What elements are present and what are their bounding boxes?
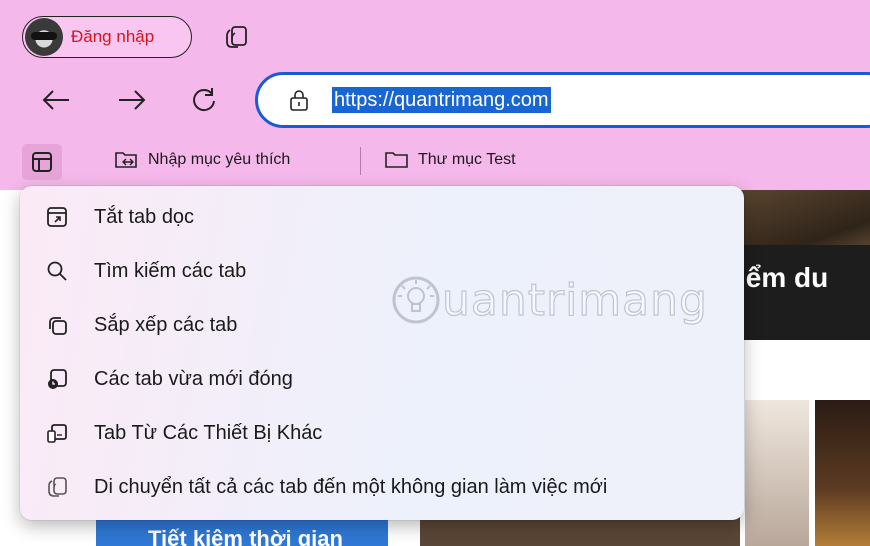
menu-item-turn-off-vertical-tabs[interactable]: Tắt tab dọc	[20, 190, 744, 244]
menu-item-label: Tab Từ Các Thiết Bị Khác	[94, 421, 323, 444]
tab-actions-icon	[32, 152, 52, 172]
arrow-left-icon	[42, 90, 69, 110]
tab-actions-button[interactable]	[22, 144, 62, 180]
address-bar[interactable]: https://quantrimang.com	[255, 72, 870, 128]
profile-label: Đăng nhập	[71, 27, 155, 46]
menu-item-recently-closed[interactable]: Các tab vừa mới đóng	[20, 352, 744, 406]
favorites-divider	[360, 147, 361, 175]
menu-item-label: Di chuyển tất cả các tab đến một không g…	[94, 475, 608, 498]
menu-item-other-devices[interactable]: Tab Từ Các Thiết Bị Khác	[20, 406, 744, 460]
organize-tabs-icon	[49, 317, 67, 335]
recently-closed-icon	[48, 369, 67, 389]
refresh-button[interactable]	[188, 84, 220, 116]
import-favorites-icon	[115, 152, 137, 168]
article-thumbnail[interactable]	[745, 400, 809, 546]
back-button[interactable]	[40, 84, 72, 116]
refresh-icon	[193, 88, 215, 112]
arrow-right-icon	[119, 90, 146, 110]
menu-item-label: Tìm kiếm các tab	[94, 259, 247, 282]
avatar	[25, 18, 63, 56]
article-thumbnail[interactable]	[815, 400, 870, 546]
url-text[interactable]: https://quantrimang.com	[332, 87, 551, 113]
lock-icon[interactable]	[288, 88, 310, 112]
profile-button[interactable]: Đăng nhập	[22, 16, 192, 58]
vertical-tabs-off-icon	[47, 207, 67, 227]
forward-button[interactable]	[116, 84, 148, 116]
tab-actions-menu: uantrimang Tắt tab dọc Tìm kiếm các tab …	[20, 186, 744, 520]
favorites-import-item[interactable]: Nhập mục yêu thích	[114, 147, 290, 173]
menu-item-move-to-workspace[interactable]: Di chuyển tất cả các tab đến một không g…	[20, 460, 744, 514]
article-headline[interactable]: iểm du	[738, 262, 828, 294]
search-icon	[47, 261, 67, 281]
menu-item-search-tabs[interactable]: Tìm kiếm các tab	[20, 244, 744, 298]
favorites-folder-item[interactable]: Thư mục Test	[384, 147, 516, 173]
favorites-folder-label: Thư mục Test	[418, 151, 516, 168]
workspaces-icon	[48, 477, 67, 497]
workspaces-icon[interactable]	[224, 24, 250, 50]
menu-item-label: Sắp xếp các tab	[94, 313, 238, 336]
promo-text: Tiết kiệm thời gian	[148, 526, 343, 546]
folder-icon	[385, 152, 408, 168]
menu-item-label: Tắt tab dọc	[94, 205, 195, 228]
other-devices-icon	[47, 424, 67, 443]
favorites-import-label: Nhập mục yêu thích	[148, 151, 291, 168]
menu-item-label: Các tab vừa mới đóng	[94, 367, 293, 390]
menu-item-organize-tabs[interactable]: Sắp xếp các tab	[20, 298, 744, 352]
